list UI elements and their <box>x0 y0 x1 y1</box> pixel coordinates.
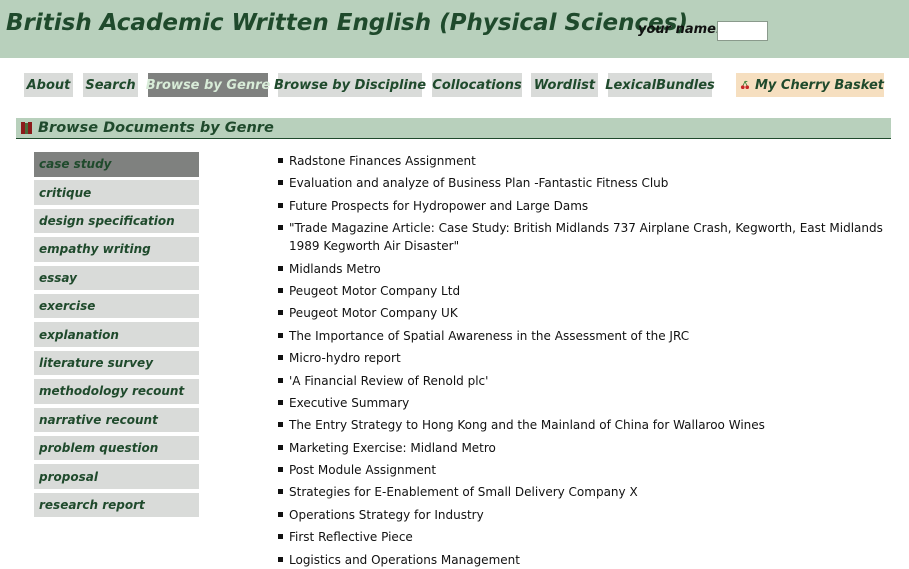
name-input[interactable] <box>717 21 768 41</box>
genre-item-case-study[interactable]: case study <box>34 152 199 177</box>
genre-list: case study critique design specification… <box>34 152 199 521</box>
section-header: Browse Documents by Genre <box>16 118 891 139</box>
cherry-basket-label: My Cherry Basket <box>754 77 884 93</box>
genre-item-empathy-writing[interactable]: empathy writing <box>34 237 199 262</box>
genre-item-research-report[interactable]: research report <box>34 492 199 518</box>
genre-item-exercise[interactable]: exercise <box>34 293 199 319</box>
nav-browse-by-discipline[interactable]: Browse by Discipline <box>274 73 426 97</box>
cherry-icon <box>740 80 750 90</box>
document-link[interactable]: Midlands Metro <box>278 260 888 278</box>
site-header: British Academic Written English (Physic… <box>0 0 909 58</box>
genre-item-literature-survey[interactable]: literature survey <box>34 350 199 376</box>
document-link[interactable]: 'A Financial Review of Renold plc' <box>278 372 888 390</box>
document-list: Radstone Finances Assignment Evaluation … <box>278 152 888 569</box>
genre-item-essay[interactable]: essay <box>34 265 199 291</box>
document-link[interactable]: Operations Strategy for Industry <box>278 506 888 524</box>
nav-wordlist[interactable]: Wordlist <box>531 73 598 97</box>
document-link[interactable]: Post Module Assignment <box>278 461 888 479</box>
name-label: your name: <box>638 22 722 37</box>
cherry-basket-button[interactable]: My Cherry Basket <box>736 73 884 97</box>
genre-item-problem-question[interactable]: problem question <box>34 435 199 461</box>
nav-search[interactable]: Search <box>83 73 138 97</box>
genre-item-proposal[interactable]: proposal <box>34 464 199 489</box>
document-link[interactable]: Strategies for E-Enablement of Small Del… <box>278 483 888 501</box>
nav-browse-by-genre[interactable]: Browse by Genre <box>146 73 270 97</box>
genre-item-explanation[interactable]: explanation <box>34 322 199 347</box>
document-link[interactable]: Peugeot Motor Company UK <box>278 304 888 322</box>
genre-item-critique[interactable]: critique <box>34 180 199 205</box>
document-link[interactable]: The Importance of Spatial Awareness in t… <box>278 327 888 345</box>
document-link[interactable]: Micro-hydro report <box>278 349 888 367</box>
site-title: British Academic Written English (Physic… <box>6 10 688 36</box>
nav-collocations[interactable]: Collocations <box>432 73 522 97</box>
document-link[interactable]: First Reflective Piece <box>278 528 888 546</box>
document-link[interactable]: The Entry Strategy to Hong Kong and the … <box>278 416 888 434</box>
nav-about[interactable]: About <box>24 73 73 97</box>
book-icon <box>21 122 32 134</box>
document-link[interactable]: Executive Summary <box>278 394 888 412</box>
nav-lexical-bundles[interactable]: LexicalBundles <box>605 73 715 97</box>
document-link[interactable]: "Trade Magazine Article: Case Study: Bri… <box>278 219 888 255</box>
document-link[interactable]: Peugeot Motor Company Ltd <box>278 282 888 300</box>
section-title: Browse Documents by Genre <box>38 120 274 136</box>
document-link[interactable]: Evaluation and analyze of Business Plan … <box>278 174 888 192</box>
genre-item-design-specification[interactable]: design specification <box>34 208 199 234</box>
genre-item-narrative-recount[interactable]: narrative recount <box>34 407 199 433</box>
document-link[interactable]: Radstone Finances Assignment <box>278 152 888 170</box>
genre-item-methodology-recount[interactable]: methodology recount <box>34 379 199 404</box>
document-link[interactable]: Future Prospects for Hydropower and Larg… <box>278 197 888 215</box>
document-link[interactable]: Marketing Exercise: Midland Metro <box>278 439 888 457</box>
document-link[interactable]: Logistics and Operations Management <box>278 551 888 569</box>
